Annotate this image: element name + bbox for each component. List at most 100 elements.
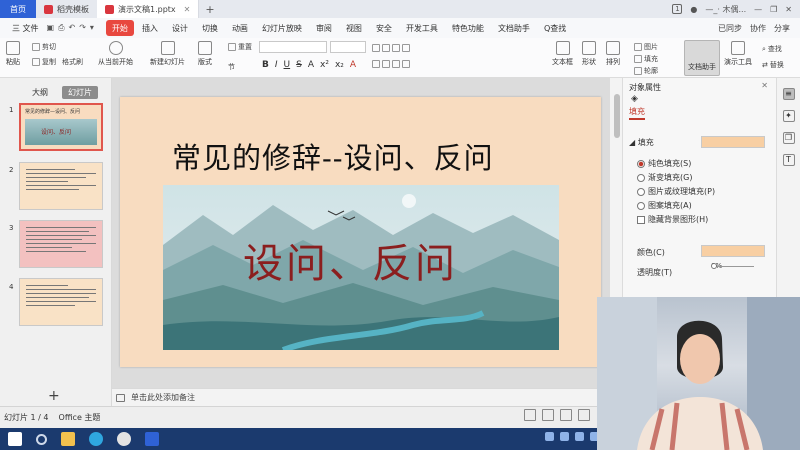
reset-button[interactable]: 重置 [228,42,252,52]
collaborate-button[interactable]: 协作 [750,23,766,34]
print-icon[interactable]: ⎙ [58,23,64,33]
tab-home[interactable]: 首页 [0,0,36,18]
subscript-button[interactable]: x₂ [335,60,344,70]
tab-slides[interactable]: 幻灯片 [62,86,98,99]
share-button[interactable]: 分享 [774,23,790,34]
tray-icon[interactable] [545,432,554,441]
close-panel-button[interactable]: ✕ [761,81,768,90]
tray-icon[interactable] [575,432,584,441]
radio-gradient-fill[interactable]: 渐变填充(G) [637,172,692,183]
radio-pattern-fill[interactable]: 图案填充(A) [637,200,692,211]
avatar-icon[interactable]: ● [690,5,697,14]
slide-thumbnail-1[interactable]: 常见的修辞—设问、反问 设问、反问 [19,103,103,151]
add-slide-button[interactable]: + [48,388,60,404]
notes-toggle-icon[interactable] [524,409,536,421]
strikethrough-button[interactable]: S [296,60,302,70]
notes-bar[interactable]: 单击此处添加备注 [112,388,610,406]
menu-animations[interactable]: 动画 [226,20,254,36]
layout-button[interactable]: 版式 [198,41,212,67]
search-icon[interactable] [36,433,47,445]
menu-slideshow[interactable]: 幻灯片放映 [256,20,308,36]
tray-icon[interactable] [560,432,569,441]
text-effect-button[interactable]: A [308,60,314,70]
picture-button[interactable]: 图片 [634,42,658,52]
window-layout-icon[interactable]: 1 [672,4,683,14]
fill-color-dropdown[interactable] [701,136,765,148]
italic-button[interactable]: I [275,60,278,70]
arrange-button[interactable]: 排列 [606,41,620,67]
menu-security[interactable]: 安全 [370,20,398,36]
doc-helper-button[interactable]: 文档助手 [684,40,720,76]
save-icon[interactable]: ▣ [47,23,55,33]
hide-background-checkbox[interactable]: 隐藏背景图形(H) [637,214,708,225]
chevron-down-icon[interactable]: ▾ [90,23,94,33]
new-tab-button[interactable]: + [199,0,220,18]
fill-button[interactable]: 填充 [634,54,658,64]
slide-thumbnail-4[interactable] [19,278,103,326]
properties-icon[interactable]: ≡ [782,88,795,100]
slide-title[interactable]: 常见的修辞--设问、反问 [172,135,494,177]
menu-design[interactable]: 设计 [166,20,194,36]
edge-browser-icon[interactable] [89,432,103,446]
tab-docer-templates[interactable]: 稻壳模板 [36,0,97,18]
fill-section-header[interactable]: ◢ 填充 [629,137,654,148]
start-icon[interactable] [8,432,22,446]
menu-home[interactable]: 开始 [105,20,134,36]
cut-button[interactable]: 剪切 [32,42,56,52]
menu-doc-helper[interactable]: 文档助手 [492,20,536,36]
superscript-button[interactable]: x² [320,60,329,70]
font-name-select[interactable] [259,41,327,53]
normal-view-icon[interactable] [542,409,554,421]
slide-thumbnail-2[interactable] [19,162,103,210]
tab-presentation[interactable]: 演示文稿1.pptx ✕ [97,0,200,18]
replace-button[interactable]: ⇄ 替换 [762,60,784,70]
menu-view[interactable]: 视图 [340,20,368,36]
underline-button[interactable]: U [284,60,291,70]
current-slide[interactable]: 常见的修辞--设问、反问 设问、反问 [120,97,601,367]
font-size-select[interactable] [330,41,366,53]
align-tools[interactable] [372,60,410,68]
account-name[interactable]: —_· 木偶... [705,4,746,15]
font-color-button[interactable]: A [350,60,356,70]
close-window-button[interactable]: ✕ [785,5,792,14]
radio-picture-fill[interactable]: 图片或纹理填充(P) [637,186,715,197]
theme-name[interactable]: Office 主题 [59,412,101,423]
minimize-button[interactable]: — [754,5,762,14]
notes-placeholder[interactable]: 单击此处添加备注 [131,392,195,403]
paragraph-tools[interactable] [372,44,410,52]
bold-button[interactable]: B [262,60,269,70]
slide-thumbnail-3[interactable] [19,220,103,268]
play-from-current-button[interactable]: 从当前开始 [98,41,133,67]
slide-editing-canvas[interactable]: 常见的修辞--设问、反问 设问、反问 [112,78,610,388]
magic-icon[interactable]: ✦ [782,110,795,122]
presentation-tools-button[interactable]: 演示工具 [724,41,752,67]
menu-developer[interactable]: 开发工具 [400,20,444,36]
transparency-slider[interactable] [711,263,754,269]
redo-icon[interactable]: ↷ [79,23,86,33]
copy-button[interactable]: 复制 [32,57,56,67]
menu-transitions[interactable]: 切换 [196,20,224,36]
slider-knob[interactable] [711,263,717,269]
menu-review[interactable]: 审阅 [310,20,338,36]
tab-fill[interactable]: 填充 [629,106,645,120]
shape-button[interactable]: 形状 [582,41,596,67]
slide-landscape-picture[interactable]: 设问、反问 [163,185,559,350]
radio-solid-fill[interactable]: 纯色填充(S) [637,158,691,169]
textbox-button[interactable]: 文本框 [552,41,573,67]
color-dropdown[interactable] [701,245,765,257]
outline-button[interactable]: 轮廓 [634,66,658,76]
find-button[interactable]: ⌕ 查找 [762,44,782,54]
layers-icon[interactable]: ❐ [782,132,795,144]
undo-icon[interactable]: ↶ [69,23,76,33]
format-painter-button[interactable]: 格式刷 [62,57,83,67]
new-slide-button[interactable]: 新建幻灯片 [150,41,185,67]
section-button[interactable]: 节 [228,62,235,72]
menu-special[interactable]: 特色功能 [446,20,490,36]
search-button[interactable]: Q查找 [538,20,572,36]
fill-bucket-icon[interactable]: ◈ [631,94,638,104]
menu-insert[interactable]: 插入 [136,20,164,36]
paste-button[interactable]: 粘贴 [6,41,20,67]
file-explorer-icon[interactable] [61,432,75,446]
wps-app-icon[interactable] [145,432,159,446]
tab-outline[interactable]: 大纲 [26,86,54,99]
